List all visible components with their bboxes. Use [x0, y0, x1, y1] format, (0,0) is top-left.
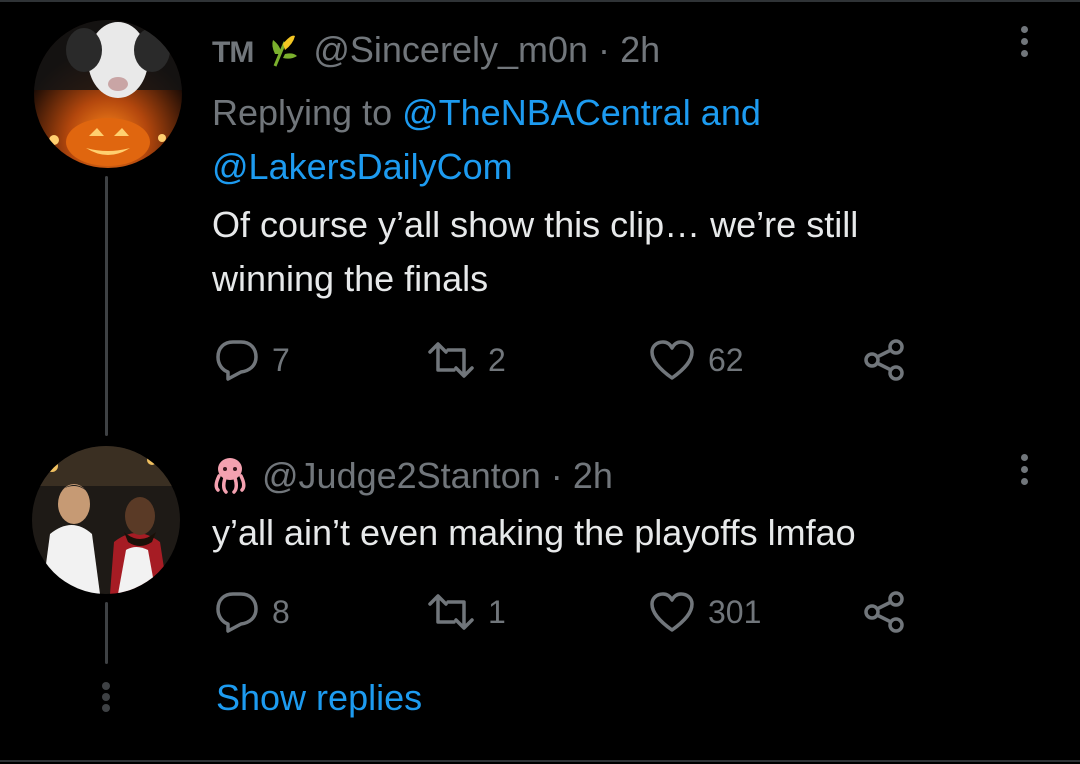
divider [0, 760, 1080, 762]
retweet-count: 2 [488, 341, 506, 378]
mention-link[interactable]: @TheNBACentral [402, 92, 691, 133]
show-replies-link[interactable]: Show replies [216, 676, 422, 720]
reply-button[interactable]: 7 [214, 338, 290, 382]
thread-line [105, 176, 108, 436]
reply-thread: TM @Sincerely_m0n · 2h Replying to @TheN… [0, 0, 1080, 764]
retweet-button[interactable]: 2 [426, 338, 506, 382]
reply-count: 7 [272, 341, 290, 378]
replying-to: Replying to @TheNBACentral and @LakersDa… [212, 86, 912, 194]
reply-icon [216, 592, 258, 633]
reply-button[interactable]: 8 [214, 590, 290, 634]
retweet-count: 1 [488, 593, 506, 630]
tweet-text: Of course y’all show this clip… we’re st… [212, 198, 1012, 306]
octopus-icon [212, 456, 248, 502]
retweet-icon [428, 594, 474, 630]
tweet-text-line: y’all ain’t even making the playoffs lmf… [212, 512, 856, 553]
tweet-header: @Judge2Stanton · 2h [212, 456, 613, 502]
replying-and[interactable]: and [701, 92, 761, 133]
timestamp[interactable]: 2h [573, 455, 613, 496]
retweet-button[interactable]: 1 [426, 590, 506, 634]
user-handle[interactable]: @Sincerely_m0n [313, 29, 588, 70]
tweet-text-line: winning the finals [212, 258, 489, 299]
timestamp[interactable]: 2h [620, 29, 660, 70]
tweet-text-line: Of course y’all show this clip… we’re st… [212, 204, 859, 245]
share-button[interactable] [862, 590, 908, 634]
share-icon [864, 339, 904, 381]
like-count: 301 [708, 593, 762, 630]
share-button[interactable] [862, 338, 908, 382]
separator-dot: · [550, 455, 563, 496]
thread-ellipsis [101, 682, 111, 715]
more-options-button[interactable] [1018, 454, 1030, 490]
retweet-icon [428, 342, 474, 378]
reply-count: 8 [272, 593, 290, 630]
share-icon [864, 591, 904, 633]
corn-icon [269, 32, 299, 76]
like-count: 62 [708, 341, 744, 378]
heart-icon [650, 592, 694, 632]
avatar[interactable] [32, 446, 180, 594]
user-handle[interactable]: @Judge2Stanton [262, 455, 541, 496]
thread-line [105, 602, 108, 664]
avatar[interactable] [34, 20, 182, 168]
tweet-header: TM @Sincerely_m0n · 2h [212, 30, 660, 76]
display-name[interactable]: TM [212, 36, 254, 69]
like-button[interactable]: 62 [648, 338, 744, 382]
mention-link[interactable]: @LakersDailyCom [212, 146, 513, 187]
more-options-button[interactable] [1018, 26, 1030, 62]
like-button[interactable]: 301 [648, 590, 761, 634]
separator-dot: · [598, 29, 611, 70]
reply-icon [216, 340, 258, 381]
divider [0, 0, 1080, 2]
tweet-text: y’all ain’t even making the playoffs lmf… [212, 506, 1012, 560]
replying-prefix: Replying to [212, 92, 393, 133]
heart-icon [650, 340, 694, 380]
